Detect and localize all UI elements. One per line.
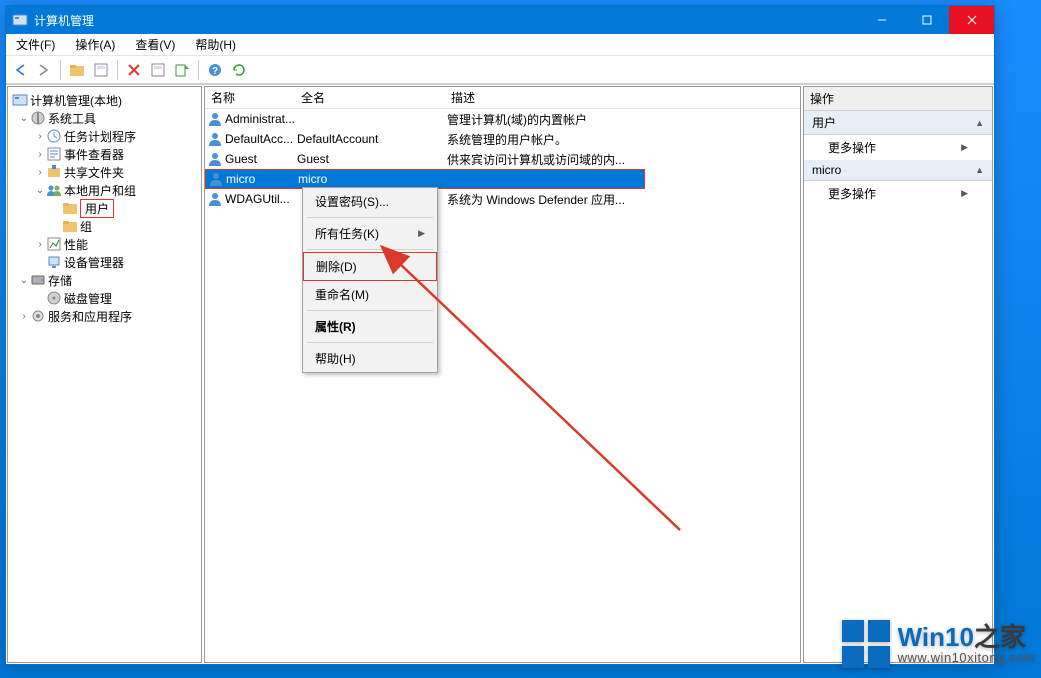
close-button[interactable] bbox=[949, 6, 994, 34]
list-row-selected[interactable]: micro micro bbox=[205, 169, 645, 189]
wrench-icon bbox=[30, 110, 46, 126]
computer-management-window: 计算机管理 文件(F) 操作(A) 查看(V) 帮助(H) 计算机管理(本地) bbox=[5, 5, 995, 665]
maximize-button[interactable] bbox=[904, 6, 949, 34]
toolbar bbox=[6, 56, 994, 84]
menu-set-password[interactable]: 设置密码(S)... bbox=[303, 188, 437, 215]
show-hide-tree-button[interactable] bbox=[91, 60, 111, 80]
watermark-url: www.win10xitong.com bbox=[898, 651, 1035, 665]
menu-action[interactable]: 操作(A) bbox=[65, 34, 125, 56]
tree-users[interactable]: 用户 bbox=[8, 199, 201, 217]
help-button[interactable] bbox=[205, 60, 225, 80]
list-row[interactable]: Administrat... 管理计算机(域)的内置帐户 bbox=[205, 109, 800, 129]
user-icon bbox=[207, 191, 223, 207]
export-button[interactable] bbox=[172, 60, 192, 80]
collapse-icon: ▲ bbox=[975, 165, 984, 175]
app-icon bbox=[12, 12, 28, 28]
tree-task-scheduler[interactable]: › 任务计划程序 bbox=[8, 127, 201, 145]
disk-icon bbox=[46, 290, 62, 306]
nav-forward-button[interactable] bbox=[34, 60, 54, 80]
mgmt-icon bbox=[12, 92, 28, 108]
folder-icon bbox=[62, 218, 78, 234]
tree-local-users[interactable]: ⌄ 本地用户和组 bbox=[8, 181, 201, 199]
tree-storage[interactable]: ⌄ 存储 bbox=[8, 271, 201, 289]
collapse-icon: ▲ bbox=[975, 118, 984, 128]
actions-more-2[interactable]: 更多操作▶ bbox=[804, 181, 992, 206]
menu-delete[interactable]: 删除(D) bbox=[303, 252, 437, 281]
nav-back-button[interactable] bbox=[10, 60, 30, 80]
cog-icon bbox=[30, 308, 46, 324]
expander-icon[interactable]: › bbox=[34, 239, 46, 250]
window-title: 计算机管理 bbox=[34, 12, 859, 29]
clock-icon bbox=[46, 128, 62, 144]
tree-performance[interactable]: › 性能 bbox=[8, 235, 201, 253]
tree-system-tools[interactable]: ⌄ 系统工具 bbox=[8, 109, 201, 127]
watermark-brand: Win10之家 bbox=[898, 623, 1035, 652]
actions-pane: 操作 用户▲ 更多操作▶ micro▲ 更多操作▶ bbox=[803, 86, 993, 663]
expander-icon[interactable]: ⌄ bbox=[34, 185, 46, 196]
folder-icon bbox=[62, 200, 78, 216]
column-desc[interactable]: 描述 bbox=[445, 89, 800, 106]
expander-icon[interactable]: ⌄ bbox=[18, 113, 30, 124]
menu-properties[interactable]: 属性(R) bbox=[303, 313, 437, 340]
tree-groups[interactable]: 组 bbox=[8, 217, 201, 235]
list-header: 名称 全名 描述 bbox=[205, 87, 800, 109]
list-pane: 名称 全名 描述 Administrat... 管理计算机(域)的内置帐户 De… bbox=[204, 86, 801, 663]
user-icon bbox=[207, 131, 223, 147]
expander-icon[interactable]: ⌄ bbox=[18, 275, 30, 286]
watermark: Win10之家 www.win10xitong.com bbox=[842, 620, 1035, 668]
actions-group-users[interactable]: 用户▲ bbox=[804, 111, 992, 135]
expander-icon[interactable]: › bbox=[18, 311, 30, 322]
submenu-icon: ▶ bbox=[961, 188, 968, 199]
device-icon bbox=[46, 254, 62, 270]
menu-help[interactable]: 帮助(H) bbox=[303, 345, 437, 372]
storage-icon bbox=[30, 272, 46, 288]
menu-file[interactable]: 文件(F) bbox=[6, 34, 65, 56]
list-row[interactable]: Guest Guest 供来宾访问计算机或访问域的内... bbox=[205, 149, 800, 169]
tree-shared-folders[interactable]: › 共享文件夹 bbox=[8, 163, 201, 181]
delete-button[interactable] bbox=[124, 60, 144, 80]
list-row[interactable]: DefaultAcc... DefaultAccount 系统管理的用户帐户。 bbox=[205, 129, 800, 149]
tree-services-apps[interactable]: › 服务和应用程序 bbox=[8, 307, 201, 325]
actions-header: 操作 bbox=[804, 87, 992, 111]
expander-icon[interactable]: › bbox=[34, 149, 46, 160]
user-icon bbox=[207, 111, 223, 127]
expander-icon[interactable]: › bbox=[34, 167, 46, 178]
actions-group-micro[interactable]: micro▲ bbox=[804, 160, 992, 181]
share-icon bbox=[46, 164, 62, 180]
titlebar[interactable]: 计算机管理 bbox=[6, 6, 994, 34]
menubar: 文件(F) 操作(A) 查看(V) 帮助(H) bbox=[6, 34, 994, 56]
menu-view[interactable]: 查看(V) bbox=[125, 34, 185, 56]
menu-help[interactable]: 帮助(H) bbox=[185, 34, 246, 56]
column-fullname[interactable]: 全名 bbox=[295, 89, 445, 106]
submenu-icon: ▶ bbox=[961, 142, 968, 153]
user-icon bbox=[208, 171, 224, 187]
perf-icon bbox=[46, 236, 62, 252]
user-icon bbox=[207, 151, 223, 167]
column-name[interactable]: 名称 bbox=[205, 89, 295, 106]
expander-icon[interactable]: › bbox=[34, 131, 46, 142]
submenu-icon: ▶ bbox=[418, 228, 425, 239]
tree-pane: 计算机管理(本地) ⌄ 系统工具 › 任务计划程序 › 事件查看器 › 共享文件… bbox=[7, 86, 202, 663]
body: 计算机管理(本地) ⌄ 系统工具 › 任务计划程序 › 事件查看器 › 共享文件… bbox=[6, 84, 994, 664]
tree-device-manager[interactable]: 设备管理器 bbox=[8, 253, 201, 271]
up-folder-button[interactable] bbox=[67, 60, 87, 80]
context-menu: 设置密码(S)... 所有任务(K)▶ 删除(D) 重命名(M) 属性(R) 帮… bbox=[302, 187, 438, 373]
win10-logo-icon bbox=[842, 620, 890, 668]
minimize-button[interactable] bbox=[859, 6, 904, 34]
tree-disk-management[interactable]: 磁盘管理 bbox=[8, 289, 201, 307]
event-icon bbox=[46, 146, 62, 162]
tree-event-viewer[interactable]: › 事件查看器 bbox=[8, 145, 201, 163]
actions-more-1[interactable]: 更多操作▶ bbox=[804, 135, 992, 160]
list-row[interactable]: WDAGUtil... 系统为 Windows Defender 应用... bbox=[205, 189, 800, 209]
menu-all-tasks[interactable]: 所有任务(K)▶ bbox=[303, 220, 437, 247]
menu-rename[interactable]: 重命名(M) bbox=[303, 281, 437, 308]
properties-button[interactable] bbox=[148, 60, 168, 80]
people-icon bbox=[46, 182, 62, 198]
tree-root[interactable]: 计算机管理(本地) bbox=[8, 91, 201, 109]
refresh-button[interactable] bbox=[229, 60, 249, 80]
